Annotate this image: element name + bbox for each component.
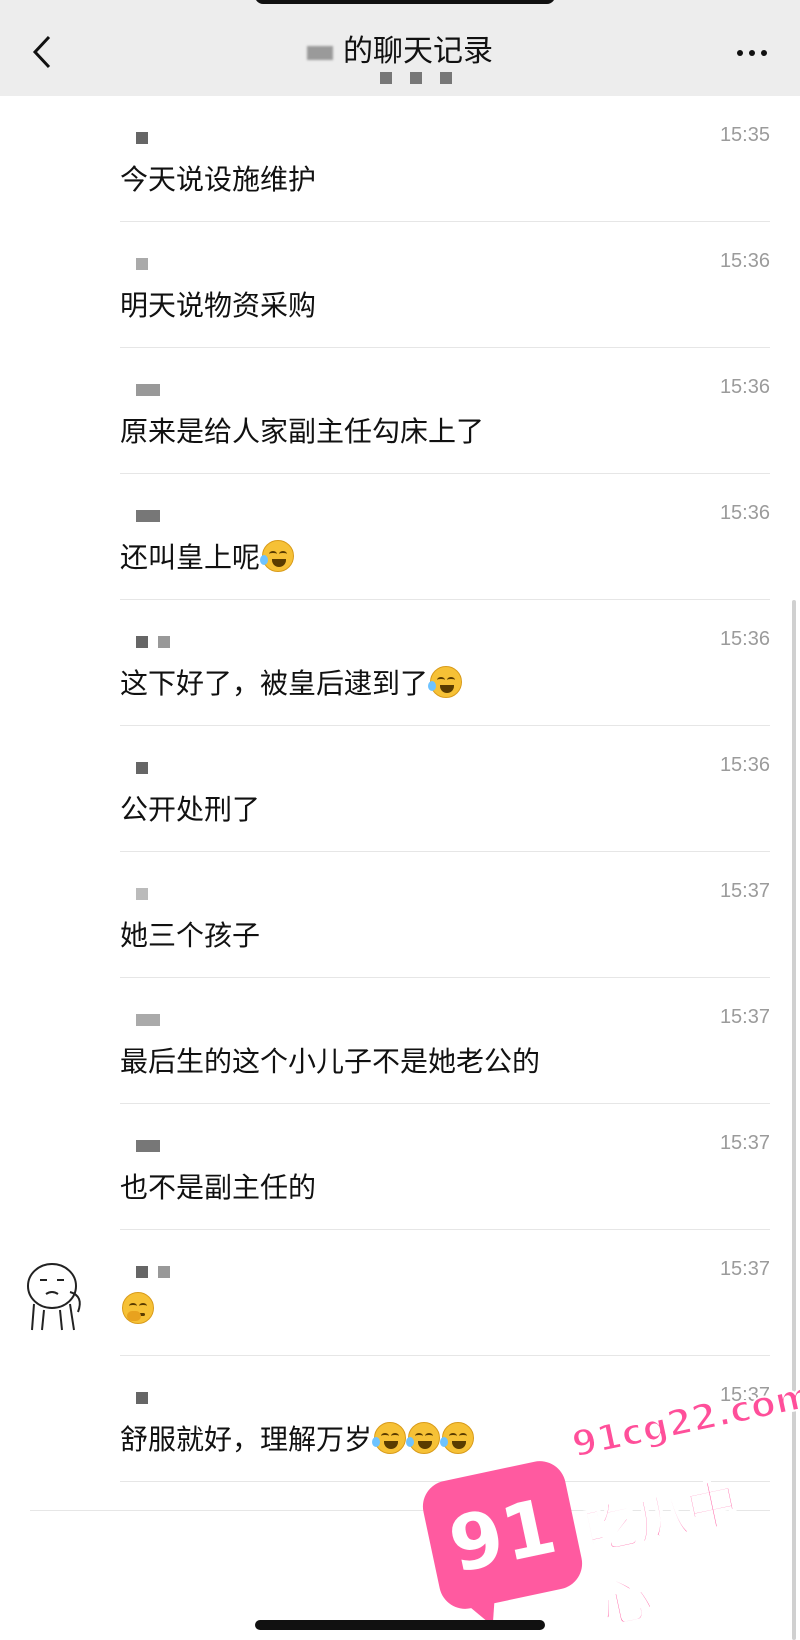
message-item: 15:36 这下好了，被皇后逮到了 [120, 600, 770, 726]
redacted-name [307, 45, 333, 60]
more-button[interactable] [728, 38, 776, 68]
redacted-subtitle [380, 72, 490, 86]
message-item: 15:37 她三个孩子 [120, 852, 770, 978]
meme-avatar-icon [27, 1263, 81, 1331]
redacted-sender [136, 384, 160, 396]
message-text: 今天说设施维护 [120, 163, 317, 196]
redacted-sender [136, 636, 170, 648]
message-text [120, 1292, 154, 1324]
message-time: 15:37 [719, 1132, 770, 1154]
message-item: 15:37 最后生的这个小儿子不是她老公的 [120, 978, 770, 1104]
redacted-sender [136, 1014, 160, 1026]
message-time: 15:36 [719, 754, 770, 776]
redacted-sender [136, 258, 148, 270]
message-item: 15:36 公开处刑了 [120, 726, 770, 852]
redacted-sender [136, 510, 160, 522]
message-item: 15:37 [120, 1230, 770, 1356]
message-time: 15:36 [719, 376, 770, 398]
nav-bar: 的聊天记录 [0, 0, 800, 96]
watermark-name: 吃瓜中心 [578, 1472, 745, 1638]
home-indicator[interactable] [255, 1620, 545, 1630]
message-time: 15:36 [719, 628, 770, 650]
message-text: 她三个孩子 [120, 919, 261, 952]
message-item: 15:35 今天说设施维护 [120, 96, 770, 222]
message-text: 原来是给人家副主任勾床上了 [120, 415, 485, 448]
message-time: 15:37 [719, 880, 770, 902]
avatar[interactable] [14, 1252, 94, 1332]
device-notch [255, 0, 555, 4]
message-text: 这下好了，被皇后逮到了 [120, 662, 463, 702]
message-item: 15:36 明天说物资采购 [120, 222, 770, 348]
redacted-sender [136, 1140, 160, 1152]
message-time: 15:36 [719, 502, 770, 524]
laugh-cry-emoji-icon [428, 666, 463, 698]
page-title-text: 的聊天记录 [343, 34, 493, 69]
redacted-sender [136, 762, 148, 774]
message-text: 也不是副主任的 [120, 1171, 317, 1204]
message-item: 15:36 还叫皇上呢 [120, 474, 770, 600]
message-time: 15:35 [719, 124, 770, 146]
message-text: 公开处刑了 [120, 793, 261, 826]
watermark: 91cg22.com 91 吃瓜中心 [418, 1374, 800, 1638]
message-text: 舒服就好，理解万岁 [120, 1418, 475, 1458]
message-time: 15:37 [719, 1006, 770, 1028]
message-text: 明天说物资采购 [120, 289, 317, 322]
watermark-badge: 91 [418, 1456, 587, 1614]
redacted-sender [136, 1266, 170, 1278]
message-time: 15:36 [719, 250, 770, 272]
redacted-sender [136, 888, 148, 900]
scrollbar[interactable] [792, 600, 796, 1640]
laugh-cry-emoji-icon [260, 540, 295, 572]
page-title: 的聊天记录 [0, 26, 800, 70]
more-icon [737, 50, 743, 56]
laugh-cry-emoji-icon [372, 1422, 407, 1454]
message-text: 最后生的这个小儿子不是她老公的 [120, 1045, 541, 1078]
redacted-sender [136, 132, 148, 144]
message-item: 15:37 也不是副主任的 [120, 1104, 770, 1230]
message-time: 15:37 [719, 1258, 770, 1280]
message-text: 还叫皇上呢 [120, 536, 295, 576]
message-item: 15:36 原来是给人家副主任勾床上了 [120, 348, 770, 474]
thinking-emoji-icon [122, 1292, 154, 1324]
redacted-sender [136, 1392, 148, 1404]
